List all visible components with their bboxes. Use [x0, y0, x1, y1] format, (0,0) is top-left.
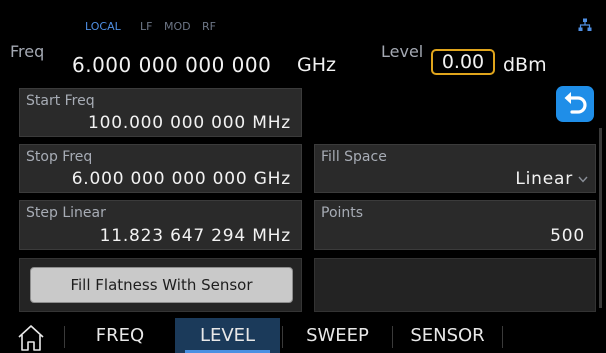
status-rf: RF [202, 20, 216, 33]
step-linear-value: 11.823 647 294 MHz [99, 226, 291, 246]
fill-flatness-button[interactable]: Fill Flatness With Sensor [30, 267, 293, 303]
points-label: Points [321, 205, 364, 221]
tab-sweep[interactable]: SWEEP [285, 318, 390, 353]
fill-space-field[interactable]: Fill Space Linear [314, 144, 596, 193]
stop-freq-value: 6.000 000 000 000 GHz [71, 169, 291, 189]
empty-panel [314, 258, 596, 312]
back-arrow-icon [564, 92, 587, 114]
start-freq-value: 100.000 000 000 MHz [88, 113, 291, 133]
instrument-screen: LOCAL LF MOD RF Freq 6.000 000 000 000 G… [0, 0, 606, 353]
tab-separator [64, 326, 65, 348]
tab-freq-label: FREQ [95, 325, 145, 346]
scrollbar[interactable] [599, 128, 602, 308]
status-mod: MOD [164, 20, 191, 33]
points-value: 500 [550, 226, 585, 246]
tab-separator [392, 326, 393, 348]
tab-separator [502, 326, 503, 348]
fill-space-value: Linear [515, 169, 573, 189]
chevron-down-icon [578, 176, 588, 183]
level-label: Level [381, 42, 424, 61]
level-unit: dBm [503, 54, 547, 76]
back-button[interactable] [556, 86, 594, 122]
tab-sensor[interactable]: SENSOR [395, 318, 500, 353]
level-value: 0.00 [441, 51, 485, 73]
status-lf: LF [140, 20, 153, 33]
freq-unit: GHz [297, 54, 336, 76]
tab-level[interactable]: LEVEL [175, 318, 280, 353]
step-linear-field[interactable]: Step Linear 11.823 647 294 MHz [19, 200, 302, 250]
step-linear-label: Step Linear [26, 205, 106, 221]
level-value-box[interactable]: 0.00 [431, 49, 495, 75]
stop-freq-field[interactable]: Stop Freq 6.000 000 000 000 GHz [19, 144, 302, 193]
fill-flatness-row: Fill Flatness With Sensor [19, 258, 302, 312]
freq-value[interactable]: 6.000 000 000 000 [72, 53, 271, 77]
tab-freq[interactable]: FREQ [70, 318, 170, 353]
fill-space-label: Fill Space [321, 149, 387, 165]
home-icon[interactable] [16, 322, 46, 352]
status-local: LOCAL [85, 20, 121, 33]
freq-label: Freq [10, 42, 45, 61]
tab-sweep-label: SWEEP [306, 325, 369, 346]
points-field[interactable]: Points 500 [314, 200, 596, 250]
stop-freq-label: Stop Freq [26, 149, 93, 165]
start-freq-label: Start Freq [26, 93, 95, 109]
tab-level-label: LEVEL [199, 325, 256, 346]
tab-separator [282, 326, 283, 348]
start-freq-field[interactable]: Start Freq 100.000 000 000 MHz [19, 88, 302, 137]
network-icon[interactable] [578, 18, 592, 32]
tab-sensor-label: SENSOR [410, 325, 485, 346]
